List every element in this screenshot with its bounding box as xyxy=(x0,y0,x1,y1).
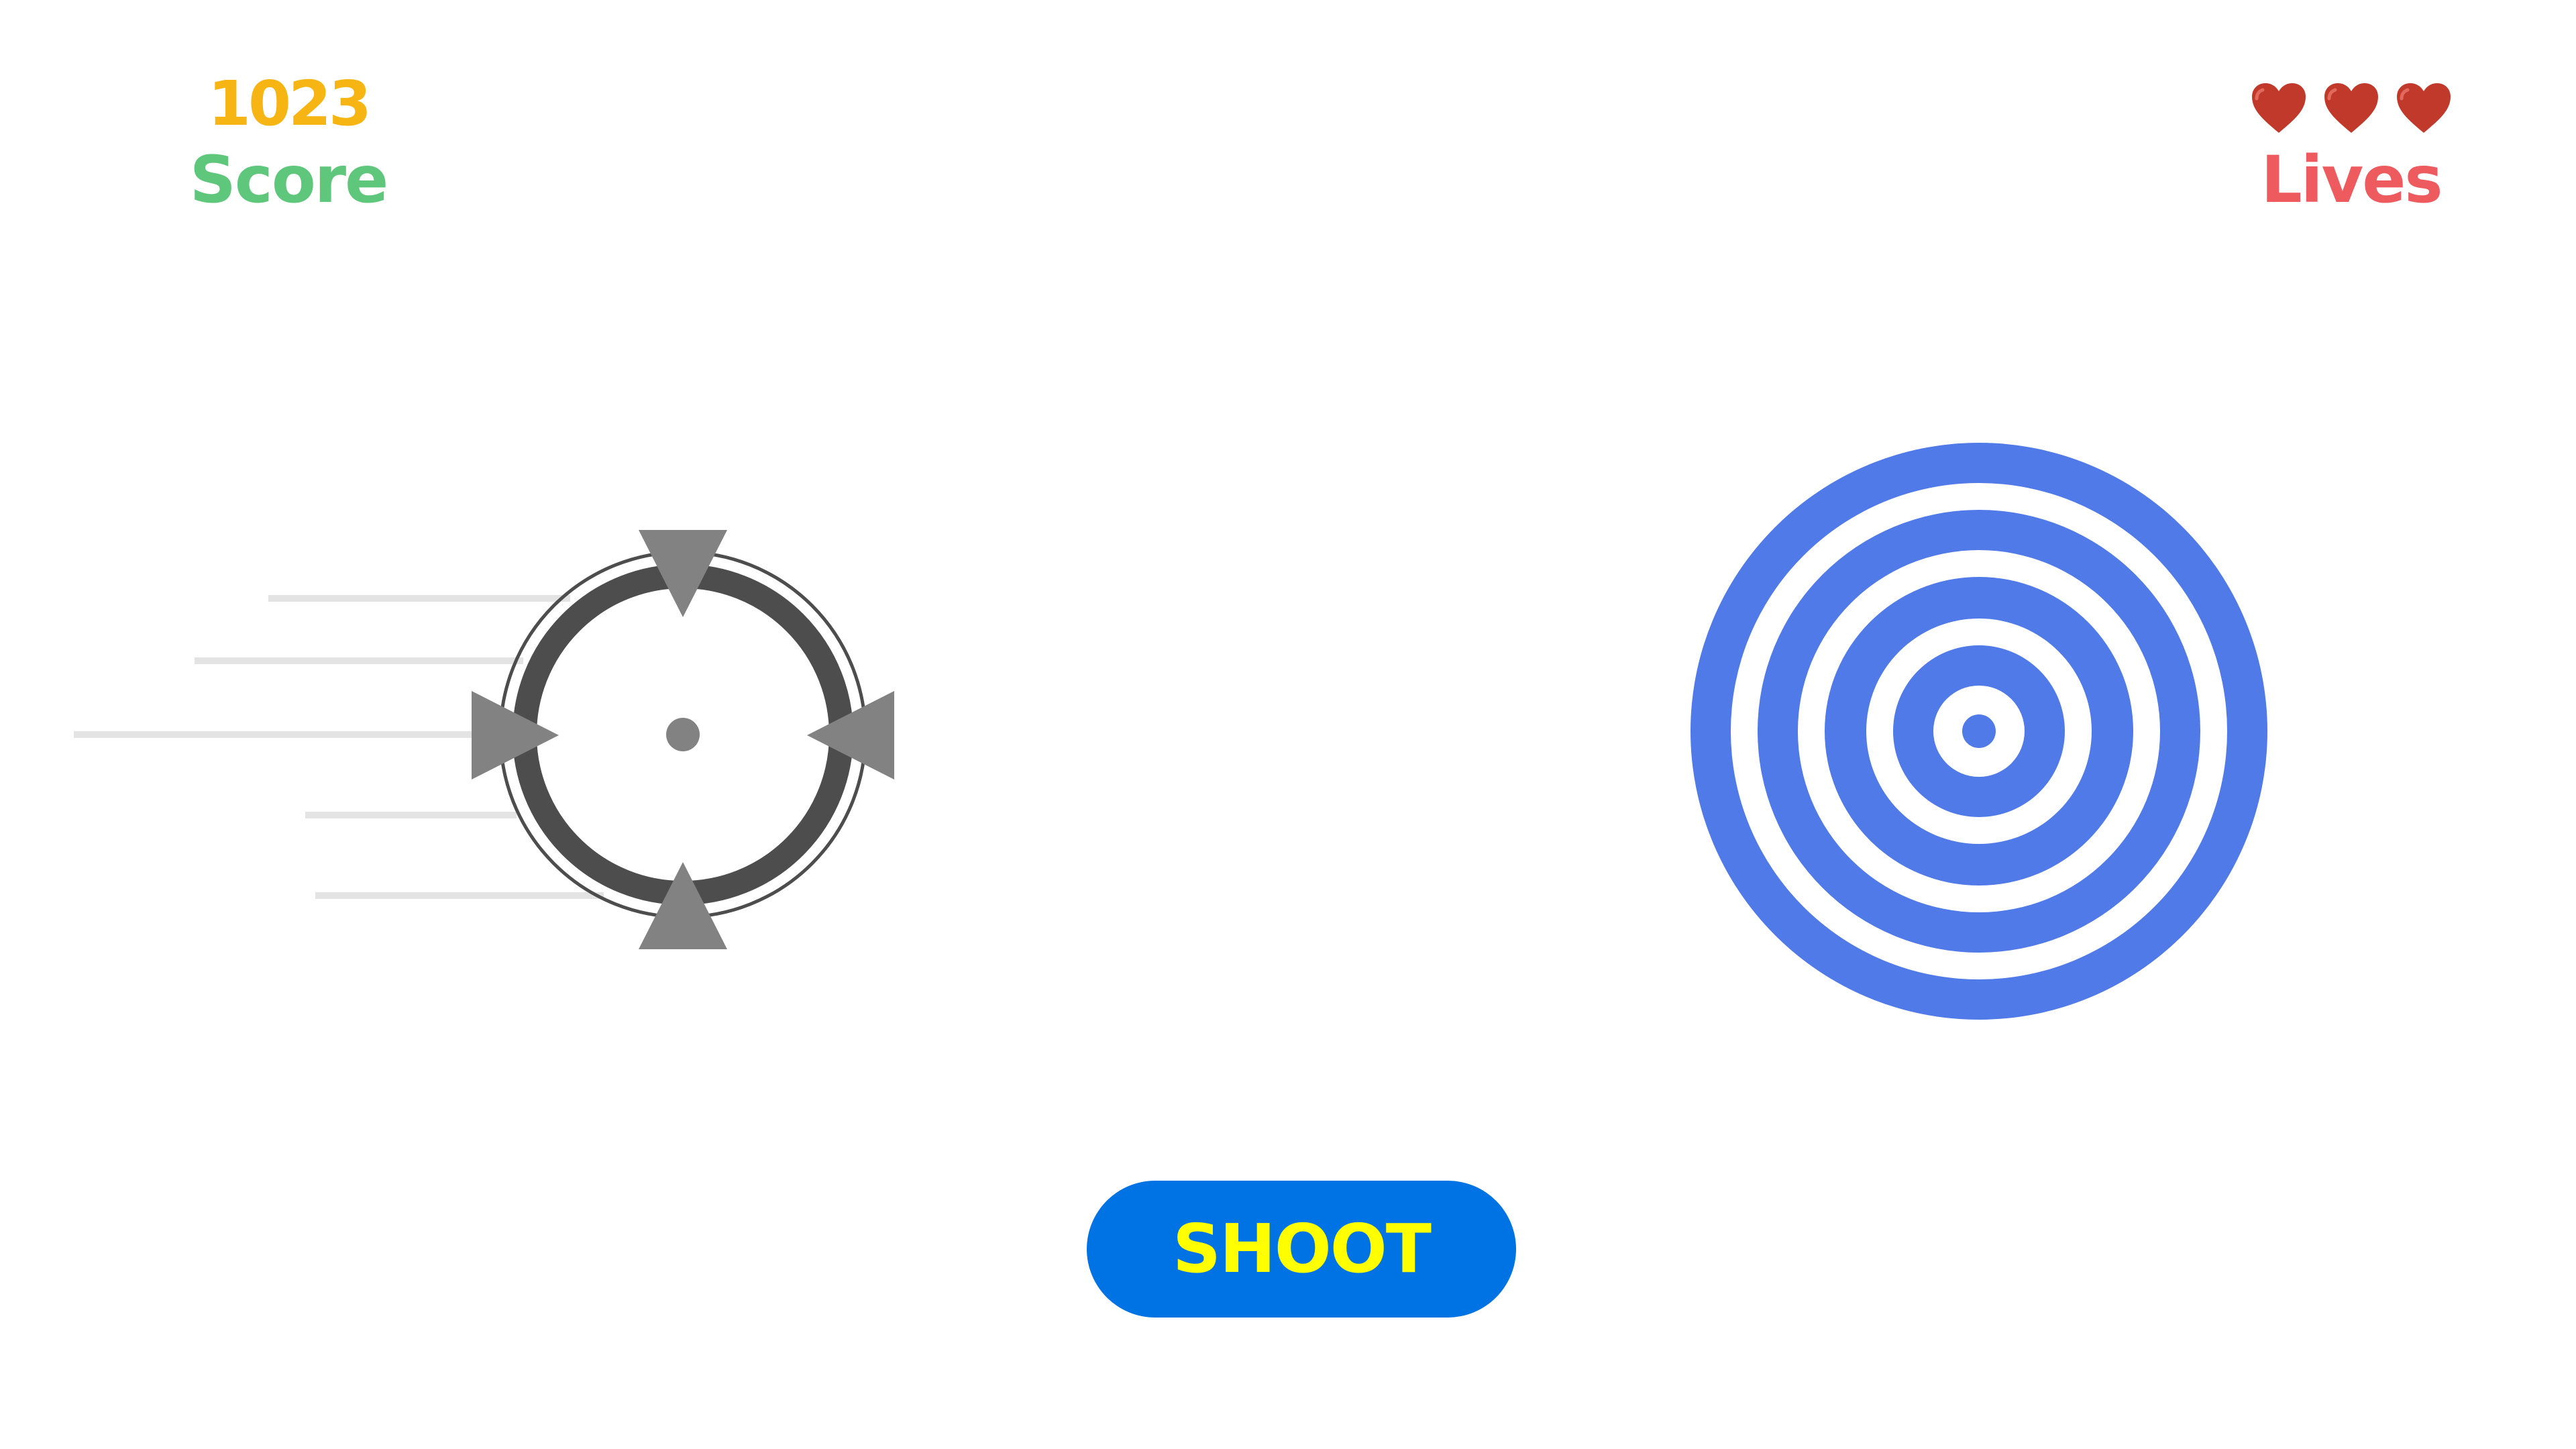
game-stage[interactable]: 1023 Score Lives SHOOT xyxy=(0,0,2576,1449)
crosshair-arrow-right-icon xyxy=(807,691,894,780)
crosshair-arrow-bottom-icon xyxy=(639,862,727,949)
target-bullseye-center xyxy=(1962,714,1996,748)
crosshair-center-dot xyxy=(666,718,700,751)
target-bullseye[interactable] xyxy=(1690,443,2267,1020)
shoot-button-label: SHOOT xyxy=(1173,1210,1432,1288)
crosshair-arrow-left-icon xyxy=(472,691,559,780)
crosshair[interactable] xyxy=(472,530,894,949)
shoot-button[interactable]: SHOOT xyxy=(1087,1181,1516,1318)
